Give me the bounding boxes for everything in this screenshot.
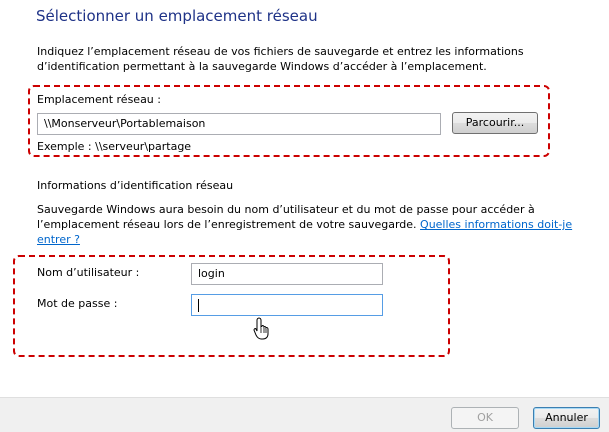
password-label: Mot de passe :	[37, 297, 118, 310]
credentials-desc-line-2: l’emplacement réseau lors de l’enregistr…	[37, 217, 572, 232]
hand-pointer-icon	[253, 317, 269, 340]
credentials-desc-line-2-text: l’emplacement réseau lors de l’enregistr…	[37, 218, 421, 231]
credentials-desc-line-3: entrer ?	[37, 232, 572, 247]
network-location-input[interactable]: \\Monserveur\Portablemaison	[37, 113, 441, 135]
intro-text: Indiquez l’emplacement réseau de vos fic…	[37, 44, 577, 74]
network-location-example: Exemple : \\serveur\partage	[37, 140, 192, 153]
intro-line-2: d’identification permettant à la sauvega…	[37, 60, 487, 73]
help-link[interactable]: Quelles informations doit-je	[420, 218, 572, 231]
dialog-footer: OK Annuler	[0, 397, 609, 432]
intro-line-1: Indiquez l’emplacement réseau de vos fic…	[37, 45, 524, 58]
username-input[interactable]: login	[191, 263, 383, 285]
credentials-desc-line-1: Sauvegarde Windows aura besoin du nom d’…	[37, 203, 535, 216]
browse-button[interactable]: Parcourir...	[452, 112, 538, 134]
username-label: Nom d’utilisateur :	[37, 266, 140, 279]
network-location-label: Emplacement réseau :	[37, 93, 161, 106]
cancel-button[interactable]: Annuler	[533, 407, 600, 429]
text-caret	[198, 299, 199, 312]
page-title: Sélectionner un emplacement réseau	[36, 7, 318, 25]
help-link-continued[interactable]: entrer ?	[37, 233, 80, 246]
ok-button[interactable]: OK	[451, 407, 519, 429]
backup-network-location-dialog: Sélectionner un emplacement réseau Indiq…	[0, 0, 609, 432]
credentials-heading: Informations d’identification réseau	[37, 179, 234, 192]
password-input[interactable]	[191, 294, 383, 316]
credentials-description: Sauvegarde Windows aura besoin du nom d’…	[37, 202, 572, 247]
